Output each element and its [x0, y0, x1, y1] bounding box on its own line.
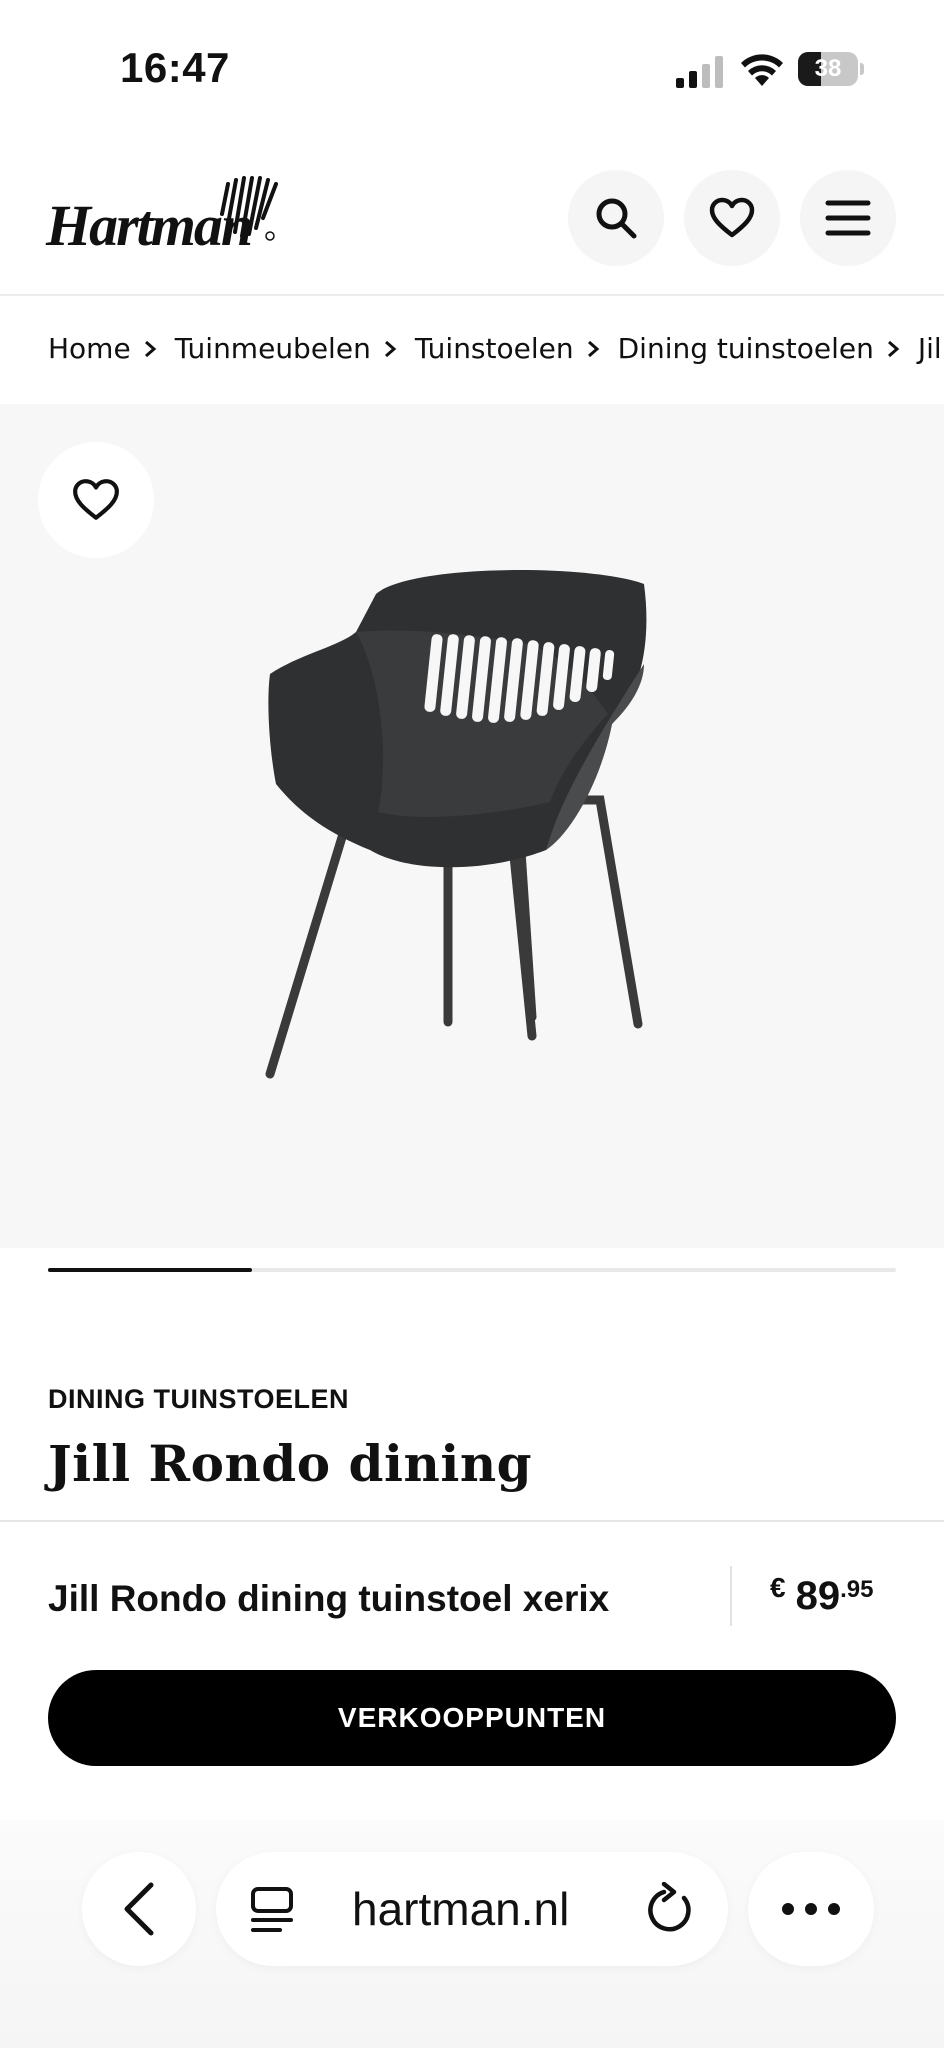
breadcrumb-home[interactable]: Home: [48, 332, 131, 365]
chevron-right-icon: [587, 340, 599, 357]
breadcrumb: Home Tuinmeubelen Tuinstoelen Dining tui…: [0, 298, 944, 404]
site-header: Hartman: [0, 140, 944, 296]
address-bar[interactable]: hartman.nl: [216, 1852, 728, 1966]
wishlist-button[interactable]: [684, 170, 780, 266]
menu-button[interactable]: [800, 170, 896, 266]
menu-icon: [825, 200, 871, 236]
search-icon: [596, 198, 637, 239]
logo-mark-icon: [220, 176, 278, 241]
back-icon: [124, 1882, 154, 1936]
reload-icon[interactable]: [644, 1882, 696, 1936]
battery-level: 38: [814, 55, 842, 82]
battery-icon: 38: [798, 52, 864, 86]
url-text: hartman.nl: [352, 1883, 570, 1935]
product-image-chair[interactable]: [260, 554, 660, 1094]
gallery-progress: [48, 1268, 896, 1272]
hartman-logo[interactable]: Hartman: [46, 174, 282, 264]
product-title: Jill Rondo dining: [48, 1434, 533, 1493]
purchase-bar: Jill Rondo dining tuinstoel xerix €89.95…: [0, 1520, 944, 1848]
more-options-button[interactable]: [748, 1852, 874, 1966]
verkooppunten-button[interactable]: VERKOOPPUNTEN: [48, 1670, 896, 1766]
price-main: 89: [795, 1574, 841, 1618]
status-time: 16:47: [120, 44, 230, 91]
breadcrumb-dining-tuinstoelen[interactable]: Dining tuinstoelen: [618, 332, 874, 365]
browser-toolbar: hartman.nl: [0, 1820, 944, 2048]
price-cents: .95: [840, 1576, 874, 1603]
more-icon: [782, 1903, 840, 1915]
breadcrumb-tuinmeubelen[interactable]: Tuinmeubelen: [175, 332, 371, 365]
reader-icon[interactable]: [250, 1886, 294, 1934]
price: €89.95: [770, 1572, 874, 1619]
product-gallery[interactable]: [0, 404, 944, 1248]
chevron-right-icon: [384, 340, 397, 357]
product-category[interactable]: DINING TUINSTOELEN: [48, 1384, 349, 1415]
breadcrumb-tuinstoelen[interactable]: Tuinstoelen: [415, 332, 574, 365]
gallery-progress-fill: [48, 1268, 252, 1272]
wifi-icon: [741, 54, 783, 86]
cellular-signal-icon: [676, 56, 723, 88]
variant-name: Jill Rondo dining tuinstoel xerix: [48, 1578, 610, 1619]
chevron-right-icon: [887, 340, 900, 357]
breadcrumb-current: Jill Rondo dining: [917, 332, 944, 365]
heart-icon: [73, 479, 119, 520]
status-bar: 16:47 38: [0, 0, 944, 140]
search-button[interactable]: [568, 170, 664, 266]
add-to-wishlist-button[interactable]: [38, 442, 154, 558]
heart-icon: [709, 197, 755, 238]
price-divider: [730, 1566, 732, 1626]
back-button[interactable]: [82, 1852, 196, 1966]
price-currency: €: [770, 1572, 786, 1603]
chevron-right-icon: [144, 340, 156, 357]
